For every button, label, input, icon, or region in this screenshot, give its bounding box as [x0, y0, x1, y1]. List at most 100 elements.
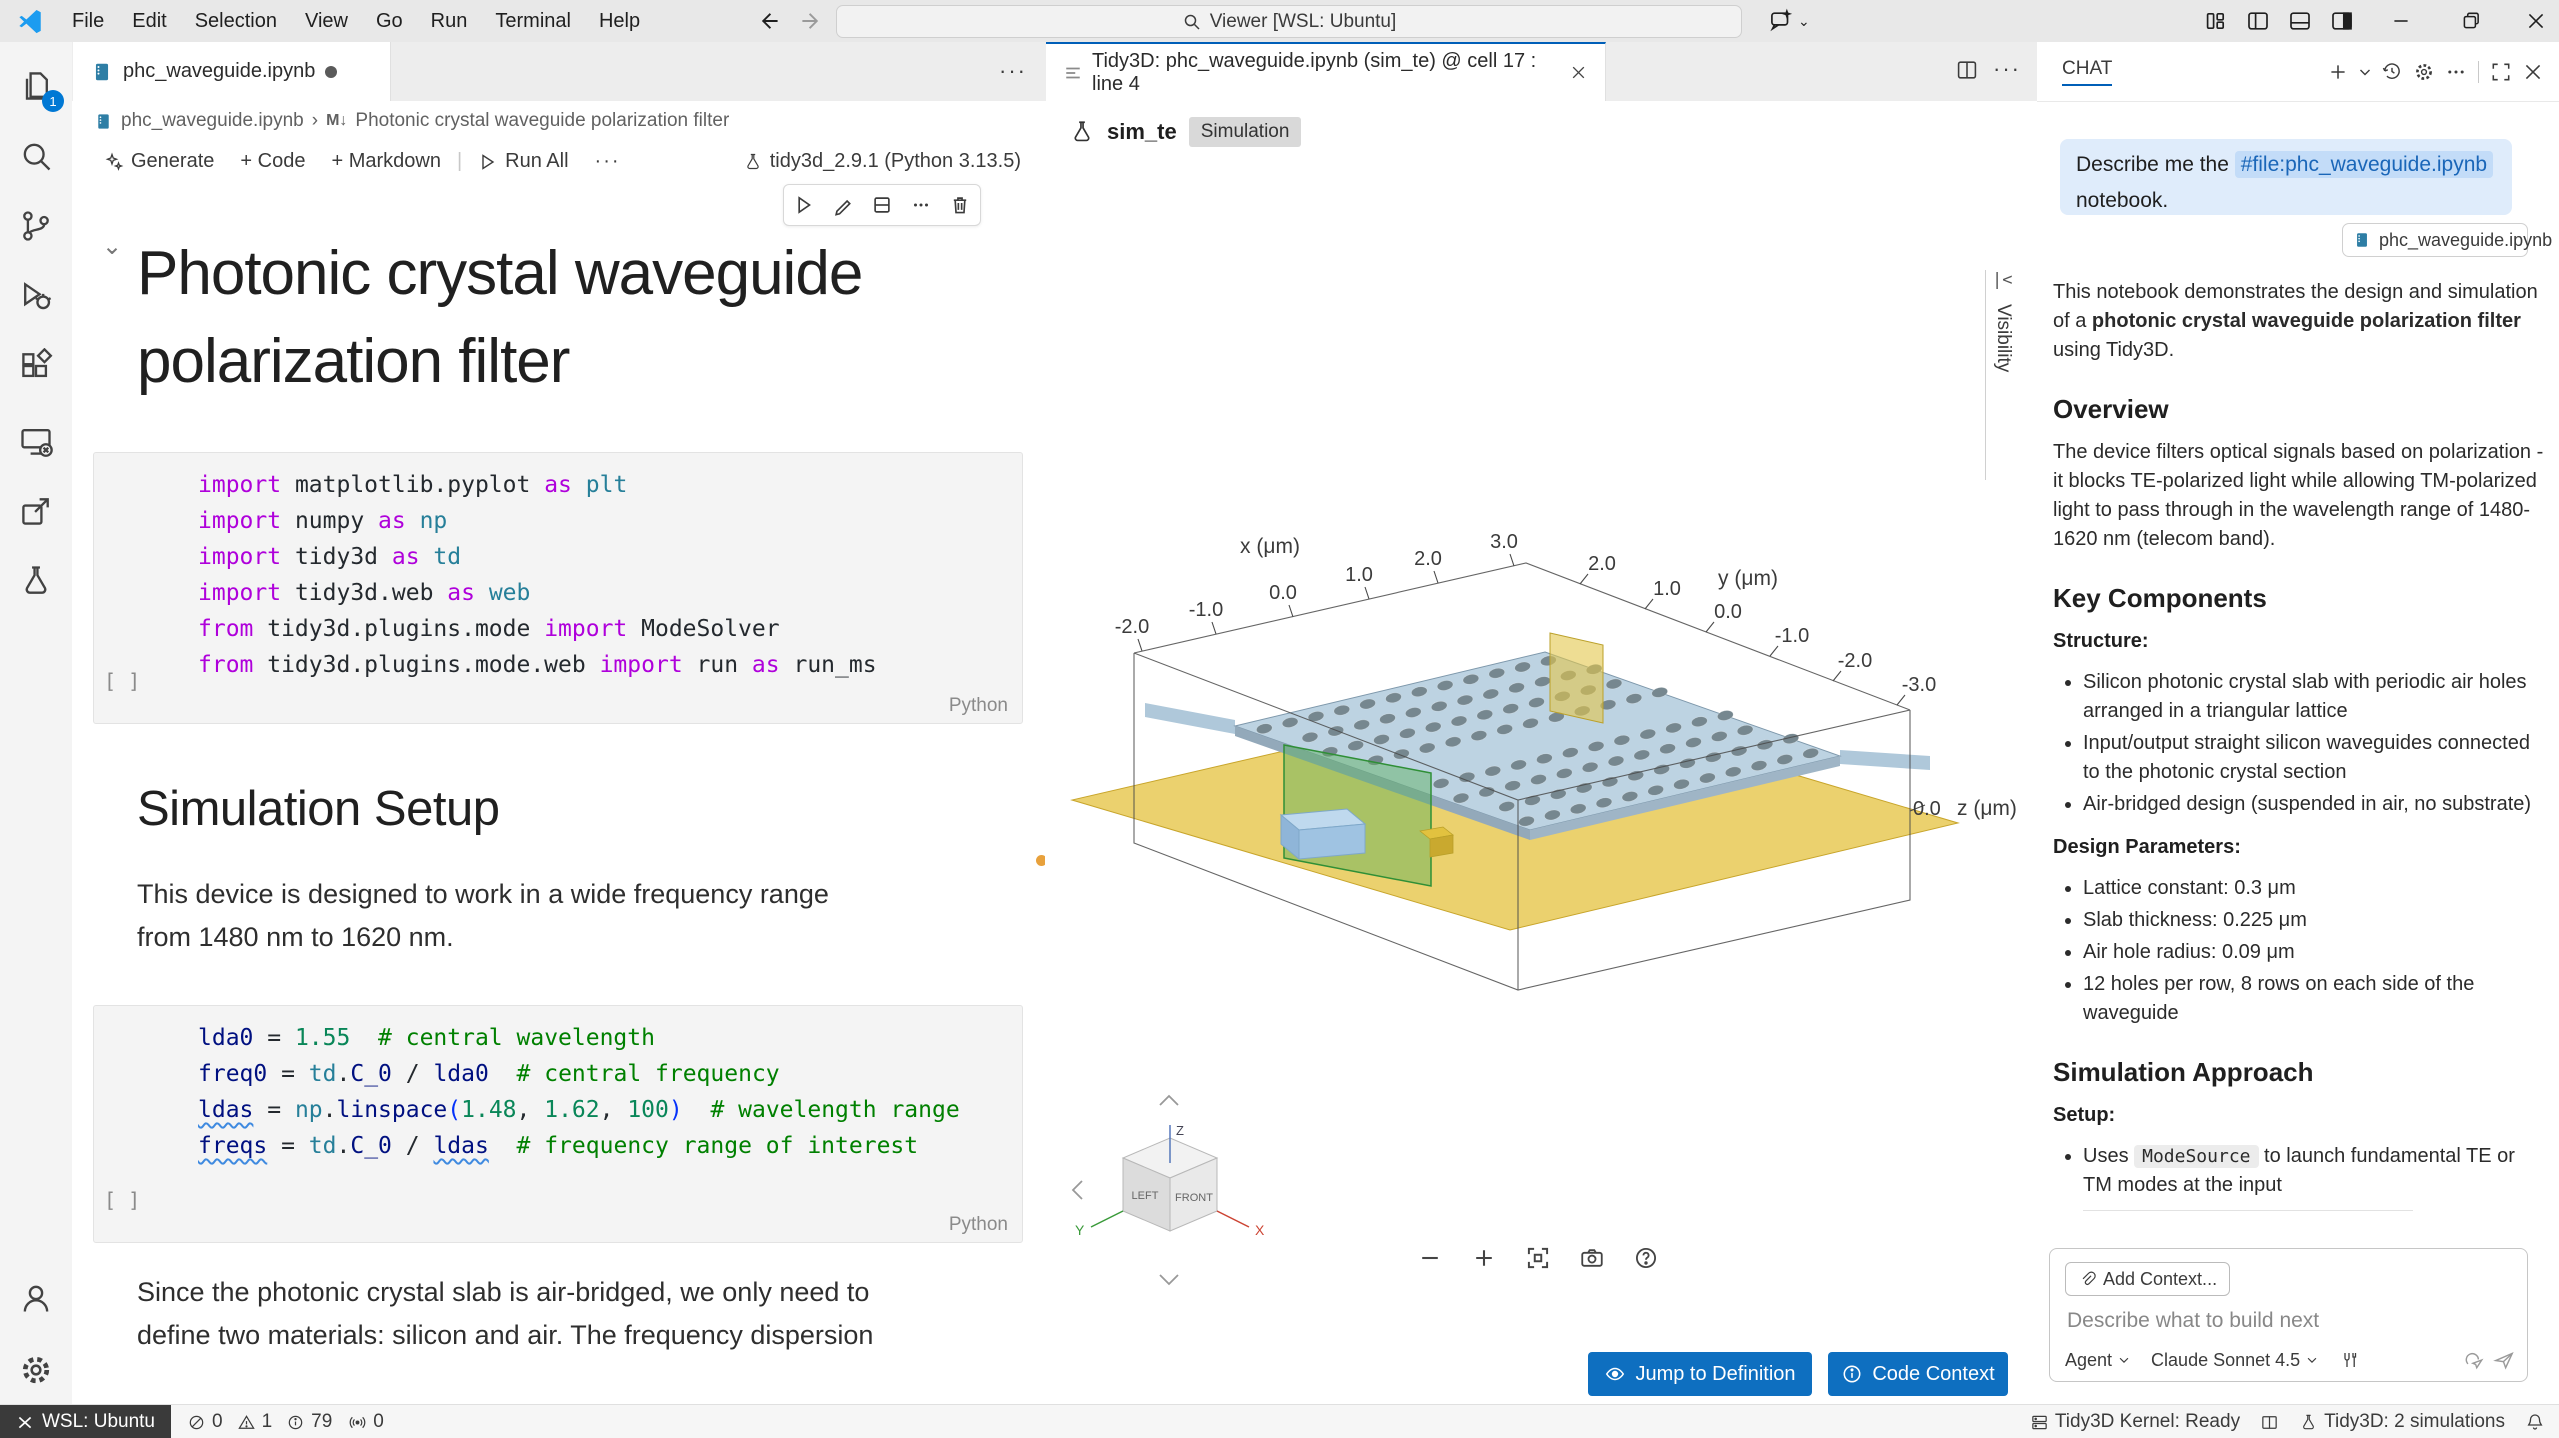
back-icon[interactable]: [756, 9, 780, 33]
cell-language-label[interactable]: Python: [949, 695, 1008, 717]
chat-input-box[interactable]: Add Context... Describe what to build ne…: [2049, 1248, 2528, 1382]
restore-button[interactable]: [2448, 0, 2494, 42]
code-cell-imports[interactable]: import matplotlib.pyplot as pltimport nu…: [93, 452, 1023, 724]
zoom-out-icon[interactable]: [1410, 1240, 1450, 1276]
sidebar-item-run-debug[interactable]: [12, 272, 60, 320]
sidebar-item-explorer[interactable]: 1: [12, 62, 60, 110]
split-editor-icon[interactable]: [1955, 58, 1979, 82]
notifications-bell-icon[interactable]: [2525, 1412, 2545, 1432]
code-line[interactable]: import tidy3d as td: [198, 539, 1022, 575]
customize-layout-icon[interactable]: [2204, 9, 2228, 33]
tab-phc-waveguide[interactable]: phc_waveguide.ipynb: [73, 42, 391, 101]
jump-to-definition-button[interactable]: Jump to Definition: [1588, 1352, 1812, 1396]
toolbar-more-icon[interactable]: ···: [585, 150, 631, 173]
kernel-status[interactable]: Tidy3D Kernel: Ready: [2030, 1411, 2240, 1433]
cell-more-icon[interactable]: [910, 194, 932, 216]
ports-indicator[interactable]: 0: [348, 1411, 384, 1433]
help-icon[interactable]: [1626, 1240, 1666, 1276]
sidebar-item-extensions[interactable]: [12, 342, 60, 390]
forward-icon[interactable]: [800, 9, 824, 33]
tab-tidy3d-viewer[interactable]: Tidy3D: phc_waveguide.ipynb (sim_te) @ c…: [1046, 42, 1606, 101]
run-all-button[interactable]: Run All: [468, 150, 578, 173]
menu-item-selection[interactable]: Selection: [181, 10, 291, 33]
copilot-icon[interactable]: [1768, 8, 1794, 34]
toggle-sidebar-icon[interactable]: [2246, 9, 2270, 33]
sidebar-item-search[interactable]: [12, 132, 60, 180]
menu-item-help[interactable]: Help: [585, 10, 654, 33]
sidebar-item-source-control[interactable]: [12, 202, 60, 250]
add-context-button[interactable]: Add Context...: [2065, 1262, 2230, 1296]
rotate-left-icon[interactable]: [1073, 1181, 1082, 1199]
sidebar-item-testing[interactable]: [12, 557, 60, 605]
edit-cell-icon[interactable]: [832, 194, 854, 216]
toggle-secondary-sidebar-icon[interactable]: [2330, 9, 2354, 33]
new-chat-icon[interactable]: [2322, 56, 2354, 88]
close-panel-icon[interactable]: [2517, 56, 2549, 88]
menu-item-go[interactable]: Go: [362, 10, 417, 33]
code-line[interactable]: from tidy3d.plugins.mode.web import run …: [198, 647, 1022, 683]
chat-panel-title[interactable]: CHAT: [2062, 58, 2112, 86]
chat-input-placeholder[interactable]: Describe what to build next: [2067, 1309, 2319, 1333]
menu-item-run[interactable]: Run: [417, 10, 482, 33]
menu-item-view[interactable]: View: [291, 10, 362, 33]
delete-cell-icon[interactable]: [949, 194, 971, 216]
simulations-status[interactable]: Tidy3D: 2 simulations: [2299, 1411, 2505, 1433]
voice-chat-icon[interactable]: [2463, 1349, 2485, 1371]
remote-indicator[interactable]: WSL: Ubuntu: [0, 1405, 171, 1438]
breadcrumb-section[interactable]: Photonic crystal waveguide polarization …: [355, 110, 729, 132]
minimize-button[interactable]: [2378, 0, 2424, 42]
sidebar-item-tidy3d[interactable]: [12, 487, 60, 535]
kernel-picker[interactable]: tidy3d_2.9.1 (Python 3.13.5): [733, 150, 1031, 173]
maximize-panel-icon[interactable]: [2485, 56, 2517, 88]
tab-bar-more-icon[interactable]: ···: [999, 58, 1027, 84]
model-picker-dropdown[interactable]: Claude Sonnet 4.5: [2151, 1350, 2319, 1371]
code-line[interactable]: ldas = np.linspace(1.48, 1.62, 100) # wa…: [198, 1092, 1022, 1128]
rotate-up-icon[interactable]: [1160, 1096, 1178, 1105]
editor-actions-more-icon[interactable]: ···: [1993, 56, 2021, 82]
chat-more-icon[interactable]: [2440, 56, 2472, 88]
code-line[interactable]: import tidy3d.web as web: [198, 575, 1022, 611]
add-markdown-button[interactable]: + Markdown: [321, 150, 451, 173]
code-cell-parameters[interactable]: lda0 = 1.55 # central wavelengthfreq0 = …: [93, 1005, 1023, 1243]
split-cell-icon[interactable]: [871, 194, 893, 216]
modified-dot-icon[interactable]: [325, 66, 337, 78]
add-code-button[interactable]: + Code: [230, 150, 315, 173]
screenshot-icon[interactable]: [1572, 1240, 1612, 1276]
run-cell-icon[interactable]: [793, 194, 815, 216]
zoom-in-icon[interactable]: [1464, 1240, 1504, 1276]
code-line[interactable]: import matplotlib.pyplot as plt: [198, 467, 1022, 503]
chat-settings-gear-icon[interactable]: [2408, 56, 2440, 88]
close-tab-icon[interactable]: [1570, 64, 1587, 81]
accounts-icon[interactable]: [12, 1274, 60, 1322]
attachment-chip[interactable]: phc_waveguide.ipynb: [2342, 223, 2528, 257]
menu-item-file[interactable]: File: [58, 10, 118, 33]
rotate-down-icon[interactable]: [1160, 1275, 1178, 1284]
fit-view-icon[interactable]: [1518, 1240, 1558, 1276]
code-line[interactable]: from tidy3d.plugins.mode import ModeSolv…: [198, 611, 1022, 647]
editor-layout-icon[interactable]: [2260, 1413, 2279, 1432]
menu-item-edit[interactable]: Edit: [118, 10, 180, 33]
code-editor[interactable]: import matplotlib.pyplot as pltimport nu…: [198, 467, 1022, 683]
code-line[interactable]: import numpy as np: [198, 503, 1022, 539]
copilot-chevron-icon[interactable]: ⌄: [1798, 13, 1810, 30]
navigation-cube[interactable]: LEFT FRONT Z X Y: [1075, 1123, 1265, 1238]
breadcrumb-file[interactable]: phc_waveguide.ipynb: [121, 110, 304, 132]
code-context-button[interactable]: Code Context: [1828, 1352, 2008, 1396]
command-center-search[interactable]: Viewer [WSL: Ubuntu]: [836, 5, 1742, 38]
collapse-chevron-icon[interactable]: ⌄: [102, 232, 122, 261]
tools-icon[interactable]: [2339, 1350, 2359, 1370]
close-window-button[interactable]: [2513, 0, 2559, 42]
chat-history-icon[interactable]: [2376, 56, 2408, 88]
toggle-panel-icon[interactable]: [2288, 9, 2312, 33]
breadcrumb[interactable]: phc_waveguide.ipynb › M↓ Photonic crysta…: [72, 101, 1045, 141]
code-editor[interactable]: lda0 = 1.55 # central wavelengthfreq0 = …: [198, 1020, 1022, 1164]
generate-button[interactable]: Generate: [94, 150, 224, 173]
sidebar-item-remote-explorer[interactable]: [12, 417, 60, 465]
new-chat-chevron-icon[interactable]: [2354, 56, 2376, 88]
code-line[interactable]: lda0 = 1.55 # central wavelength: [198, 1020, 1022, 1056]
agent-mode-dropdown[interactable]: Agent: [2065, 1350, 2131, 1371]
visibility-panel-tab[interactable]: |< Visibility: [1985, 270, 2020, 480]
problems-indicator[interactable]: 0 1 79: [187, 1411, 332, 1433]
cell-language-label[interactable]: Python: [949, 1214, 1008, 1236]
code-line[interactable]: freqs = td.C_0 / ldas # frequency range …: [198, 1128, 1022, 1164]
